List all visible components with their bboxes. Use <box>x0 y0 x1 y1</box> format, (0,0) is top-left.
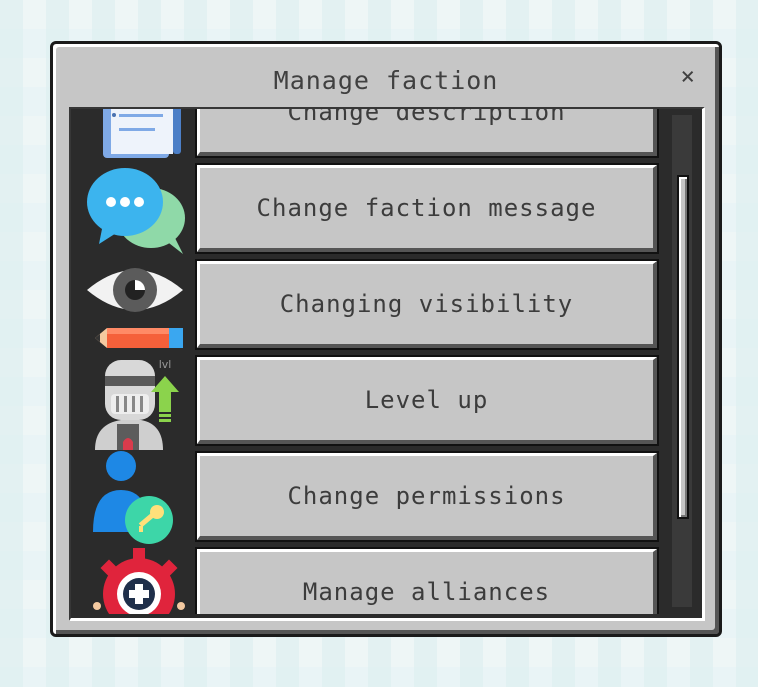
chat-bubbles-icon <box>87 168 185 254</box>
list-item-change-faction-message: Change faction message <box>71 162 660 254</box>
list-item-change-description: Change description <box>71 109 660 158</box>
level-badge: lvl <box>159 358 172 371</box>
options-list: Change description Change faction messag… <box>69 107 705 621</box>
change-description-button[interactable]: Change description <box>195 109 659 158</box>
window-title: Manage faction <box>273 66 499 95</box>
manage-alliances-button[interactable]: Manage alliances <box>195 547 659 614</box>
scrollbar-thumb[interactable] <box>677 175 689 519</box>
notepad-icon <box>103 109 181 158</box>
list-item-level-up: lvl Level up <box>71 354 660 450</box>
change-permissions-button[interactable]: Change permissions <box>195 451 659 542</box>
manage-faction-window: Manage faction × Change description Chan… <box>50 41 722 637</box>
eye-pencil-icon <box>87 268 183 348</box>
gear-plus-icon <box>93 548 185 614</box>
change-faction-message-button[interactable]: Change faction message <box>195 163 659 254</box>
list-item-manage-alliances: Manage alliances <box>71 546 660 614</box>
level-up-button[interactable]: Level up <box>195 355 659 446</box>
scrollbar-track[interactable] <box>672 115 692 607</box>
list-item-changing-visibility: Changing visibility <box>71 258 660 350</box>
close-button[interactable]: × <box>681 64 695 88</box>
user-key-icon <box>93 451 173 544</box>
list-item-change-permissions: Change permissions <box>71 450 660 544</box>
changing-visibility-button[interactable]: Changing visibility <box>195 259 659 350</box>
knight-level-up-icon: lvl <box>95 358 179 450</box>
